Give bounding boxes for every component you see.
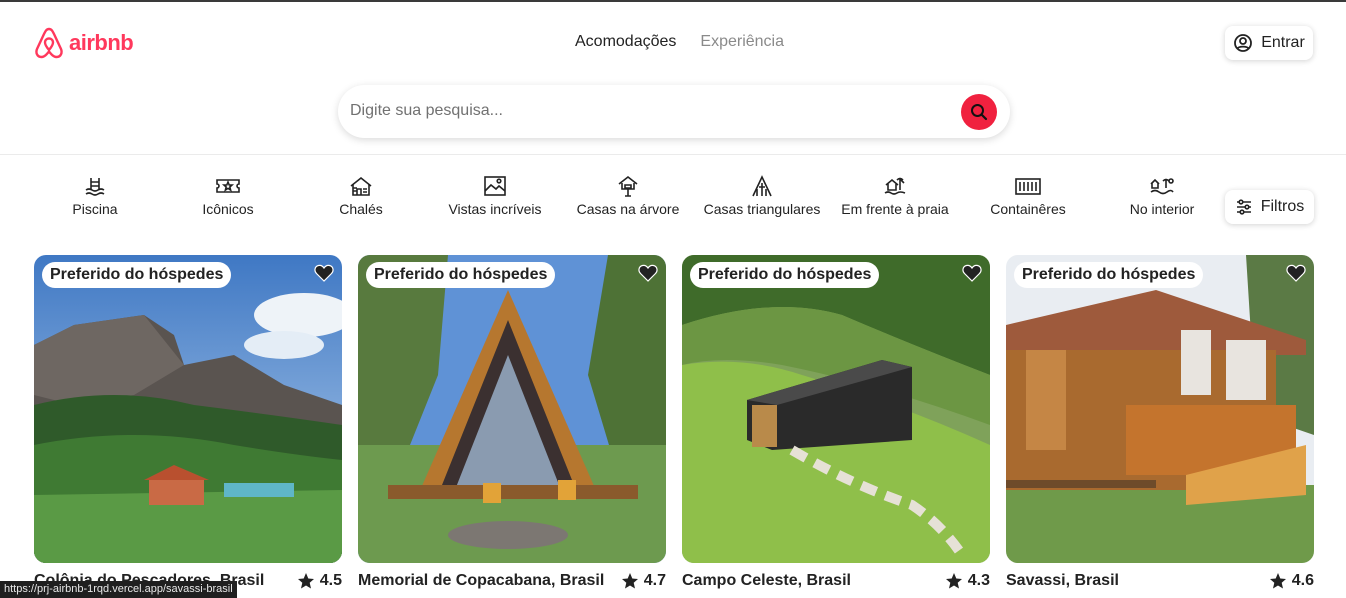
search-input[interactable]: [350, 98, 950, 124]
airbnb-logo-icon: [35, 27, 63, 59]
countryside-icon: [1150, 178, 1174, 195]
listing-card[interactable]: Preferido do hóspedes Campo Celeste, Bra…: [682, 255, 990, 590]
listing-rating: 4.7: [621, 572, 666, 590]
guest-favorite-badge: Preferido do hóspedes: [42, 262, 232, 288]
airbnb-logo[interactable]: airbnb: [33, 26, 134, 60]
category-label: Em frente à praia: [841, 201, 949, 217]
listing-photo[interactable]: Preferido do hóspedes: [1006, 255, 1314, 563]
category-containeres[interactable]: Containêres: [958, 175, 1098, 217]
category-frente-praia[interactable]: Em frente à praia: [825, 175, 965, 217]
landscape-icon: [484, 176, 506, 196]
category-piscina[interactable]: Piscina: [25, 175, 165, 217]
listing-info: Memorial de Copacabana, Brasil 4.7: [358, 572, 666, 590]
heart-icon[interactable]: [638, 264, 658, 282]
category-label: Casas na árvore: [576, 201, 680, 217]
star-icon: [297, 573, 314, 589]
rating-value: 4.3: [967, 572, 990, 589]
category-bar: Piscina Icônicos Chalés Vistas incríveis…: [0, 170, 1346, 230]
listing-photo[interactable]: Preferido do hóspedes: [34, 255, 342, 563]
star-icon: [1269, 573, 1286, 589]
top-nav: Acomodações Experiência: [575, 33, 784, 51]
star-icon: [945, 573, 962, 589]
filters-button[interactable]: Filtros: [1225, 190, 1314, 224]
category-iconicos[interactable]: Icônicos: [158, 175, 298, 217]
container-icon: [1015, 178, 1041, 195]
guest-favorite-badge: Preferido do hóspedes: [366, 262, 556, 288]
heart-icon[interactable]: [314, 264, 334, 282]
listing-rating: 4.6: [1269, 572, 1314, 590]
listing-card[interactable]: Preferido do hóspedes Colônia do Pescado…: [34, 255, 342, 590]
category-label: Containêres: [990, 201, 1066, 217]
category-vistas[interactable]: Vistas incríveis: [425, 175, 565, 217]
category-casas-arvore[interactable]: Casas na árvore: [558, 175, 698, 217]
star-icon: [621, 573, 638, 589]
tab-experiencia[interactable]: Experiência: [700, 33, 784, 51]
listing-card[interactable]: Preferido do hóspedes Memorial de Copaca…: [358, 255, 666, 590]
category-interior[interactable]: No interior: [1092, 175, 1232, 217]
listing-photo[interactable]: Preferido do hóspedes: [358, 255, 666, 563]
search-button[interactable]: [961, 94, 997, 130]
login-button[interactable]: Entrar: [1225, 26, 1313, 60]
listing-title: Savassi, Brasil: [1006, 572, 1119, 589]
listing-image: [1006, 255, 1314, 563]
listing-title: Memorial de Copacabana, Brasil: [358, 572, 605, 589]
rating-value: 4.6: [1291, 572, 1314, 589]
rating-value: 4.7: [643, 572, 666, 589]
sliders-icon: [1236, 199, 1251, 215]
listing-rating: 4.3: [945, 572, 990, 590]
guest-favorite-badge: Preferido do hóspedes: [1014, 262, 1204, 288]
ticket-icon: [216, 179, 240, 193]
category-casas-triangulares[interactable]: Casas triangulares: [692, 175, 832, 217]
category-chales[interactable]: Chalés: [291, 175, 431, 217]
search-icon: [971, 104, 988, 121]
login-label: Entrar: [1261, 34, 1305, 51]
heart-icon[interactable]: [962, 264, 982, 282]
listing-image: [682, 255, 990, 563]
category-label: Icônicos: [202, 201, 254, 217]
category-label: No interior: [1129, 201, 1195, 217]
category-label: Chalés: [339, 201, 383, 217]
listing-info: Savassi, Brasil 4.6: [1006, 572, 1314, 590]
user-circle-icon: [1234, 34, 1253, 52]
listing-info: Campo Celeste, Brasil 4.3: [682, 572, 990, 590]
search-bar: [338, 85, 1010, 138]
treehouse-icon: [618, 175, 638, 197]
filters-label: Filtros: [1260, 198, 1305, 215]
listing-card[interactable]: Preferido do hóspedes Savassi, Brasil 4.…: [1006, 255, 1314, 590]
category-label: Casas triangulares: [703, 201, 821, 217]
listing-image: [358, 255, 666, 563]
brand-name: airbnb: [69, 30, 134, 55]
cabin-icon: [350, 176, 372, 196]
link-status-bar: https://prj-airbnb-1rqd.vercel.app/savas…: [0, 581, 237, 598]
beachfront-icon: [884, 177, 906, 195]
listing-photo[interactable]: Preferido do hóspedes: [682, 255, 990, 563]
listing-rating: 4.5: [297, 572, 342, 590]
listing-title: Campo Celeste, Brasil: [682, 572, 851, 589]
a-frame-icon: [752, 175, 772, 197]
header: airbnb Acomodações Experiência Entrar: [0, 2, 1346, 155]
category-label: Piscina: [72, 201, 118, 217]
listing-image: [34, 255, 342, 563]
pool-icon: [85, 178, 105, 196]
guest-favorite-badge: Preferido do hóspedes: [690, 262, 880, 288]
heart-icon[interactable]: [1286, 264, 1306, 282]
rating-value: 4.5: [319, 572, 342, 589]
tab-acomodacoes[interactable]: Acomodações: [575, 33, 676, 51]
category-label: Vistas incríveis: [448, 201, 542, 217]
